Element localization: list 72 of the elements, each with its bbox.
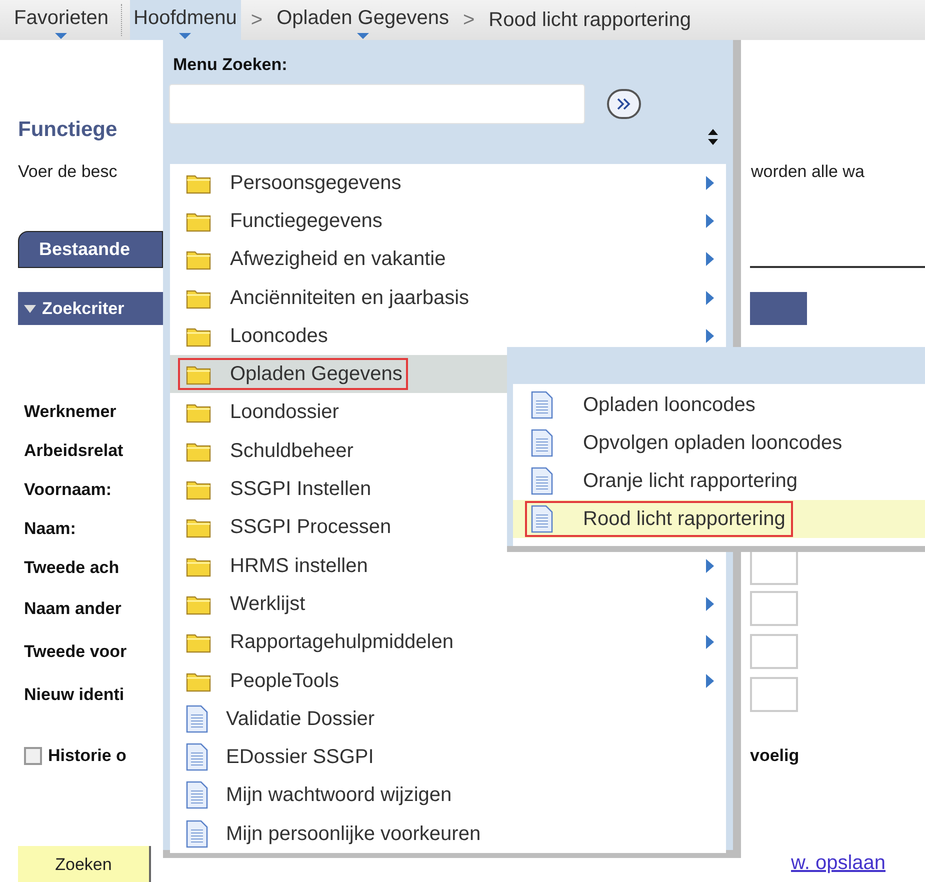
- submenu-arrow-icon: [706, 596, 714, 611]
- field-label: Tweede voor: [24, 642, 127, 660]
- breadcrumb-separator: >: [462, 8, 476, 33]
- document-icon: [186, 820, 208, 848]
- breadcrumb-link[interactable]: Favorieten: [10, 0, 112, 40]
- menu-search-field[interactable]: [169, 84, 585, 124]
- menu-item[interactable]: SSGPI Instellen: [178, 473, 378, 506]
- menu-item[interactable]: Werklijst: [178, 588, 312, 620]
- menu-item[interactable]: Afwezigheid en vakantie: [178, 243, 452, 276]
- save-search-link[interactable]: w. opslaan: [791, 848, 886, 878]
- double-chevron-icon: [616, 96, 632, 110]
- submenu-arrow-icon: [706, 176, 714, 190]
- dropdown-marker-icon: [55, 33, 68, 39]
- field-label: Naam ander: [24, 598, 122, 618]
- submenu-arrow-icon: [706, 674, 714, 688]
- section-header-bar: [750, 292, 807, 325]
- field-label: Arbeidsrelat: [24, 440, 124, 460]
- submenu-arrow-icon: [706, 290, 714, 305]
- field-label: Naam:: [24, 518, 76, 538]
- menu-item[interactable]: Schuldbeheer: [178, 434, 360, 467]
- search-tab[interactable]: Bestaande: [18, 231, 163, 268]
- menu-item[interactable]: Anciënniteiten en jaarbasis: [178, 282, 476, 314]
- menu-item[interactable]: PeopleTools: [178, 664, 345, 696]
- document-icon: [531, 391, 553, 419]
- menu-item[interactable]: Opladen Gegevens: [178, 358, 408, 390]
- field-label: Nieuw identi: [24, 684, 124, 704]
- field-label: Werknemer: [24, 402, 116, 420]
- field-label: Voornaam:: [24, 480, 112, 498]
- menu-item[interactable]: Functiegegevens: [178, 204, 388, 237]
- submenu-item[interactable]: Opladen looncodes: [513, 386, 925, 424]
- checkbox-label: Historie o: [48, 746, 126, 765]
- checkbox-label: voelig: [750, 745, 800, 768]
- menu-item[interactable]: EDossier SSGPI: [178, 741, 380, 774]
- intro-text: Voer de besc: [18, 162, 118, 182]
- field-label: Tweede ach: [24, 558, 120, 576]
- page-title: Functiege: [18, 117, 118, 144]
- breadcrumb-link[interactable]: Hoofdmenu: [130, 0, 241, 40]
- intro-text: worden alle wa: [751, 161, 864, 184]
- breadcrumb-link[interactable]: Rood licht rapportering: [484, 0, 695, 40]
- menu-item[interactable]: Looncodes: [178, 320, 334, 352]
- checkbox[interactable]: [24, 747, 42, 765]
- submenu-item[interactable]: Oranje licht rapportering: [513, 462, 925, 500]
- menu-item[interactable]: Validatie Dossier: [178, 702, 381, 735]
- breadcrumb-separator: >: [250, 8, 264, 33]
- menu-item[interactable]: HRMS instellen: [178, 550, 374, 582]
- submenu-arrow-icon: [706, 214, 714, 228]
- document-icon: [531, 467, 553, 495]
- document-icon: [186, 743, 208, 772]
- document-icon: [531, 505, 553, 533]
- menu-item[interactable]: Persoonsgegevens: [178, 166, 408, 199]
- submenu-arrow-icon: [706, 252, 714, 266]
- menu-item[interactable]: Mijn wachtwoord wijzigen: [178, 779, 458, 812]
- document-icon: [186, 781, 208, 810]
- sort-icon[interactable]: [707, 128, 719, 146]
- input-field[interactable]: [750, 550, 798, 585]
- input-field[interactable]: [750, 591, 798, 626]
- menu-search-label: Menu Zoeken:: [173, 54, 288, 76]
- menu-item[interactable]: Loondossier: [178, 396, 345, 428]
- submenu-arrow-icon: [706, 635, 714, 650]
- search-go-button[interactable]: [607, 88, 641, 118]
- submenu-item[interactable]: Rood licht rapportering: [513, 500, 925, 538]
- menu-item[interactable]: SSGPI Processen: [178, 511, 398, 544]
- input-field[interactable]: [750, 634, 798, 669]
- collapse-icon: [24, 304, 36, 312]
- section-header[interactable]: Zoekcriter: [18, 292, 165, 325]
- menu-item[interactable]: Rapportagehulpmiddelen: [178, 626, 460, 658]
- menu-item[interactable]: Mijn persoonlijke voorkeuren: [178, 818, 487, 850]
- submenu-item[interactable]: Opvolgen opladen looncodes: [513, 424, 925, 462]
- document-icon: [186, 704, 208, 733]
- document-icon: [531, 429, 553, 457]
- search-button[interactable]: Zoeken: [18, 846, 151, 882]
- input-field[interactable]: [750, 677, 798, 712]
